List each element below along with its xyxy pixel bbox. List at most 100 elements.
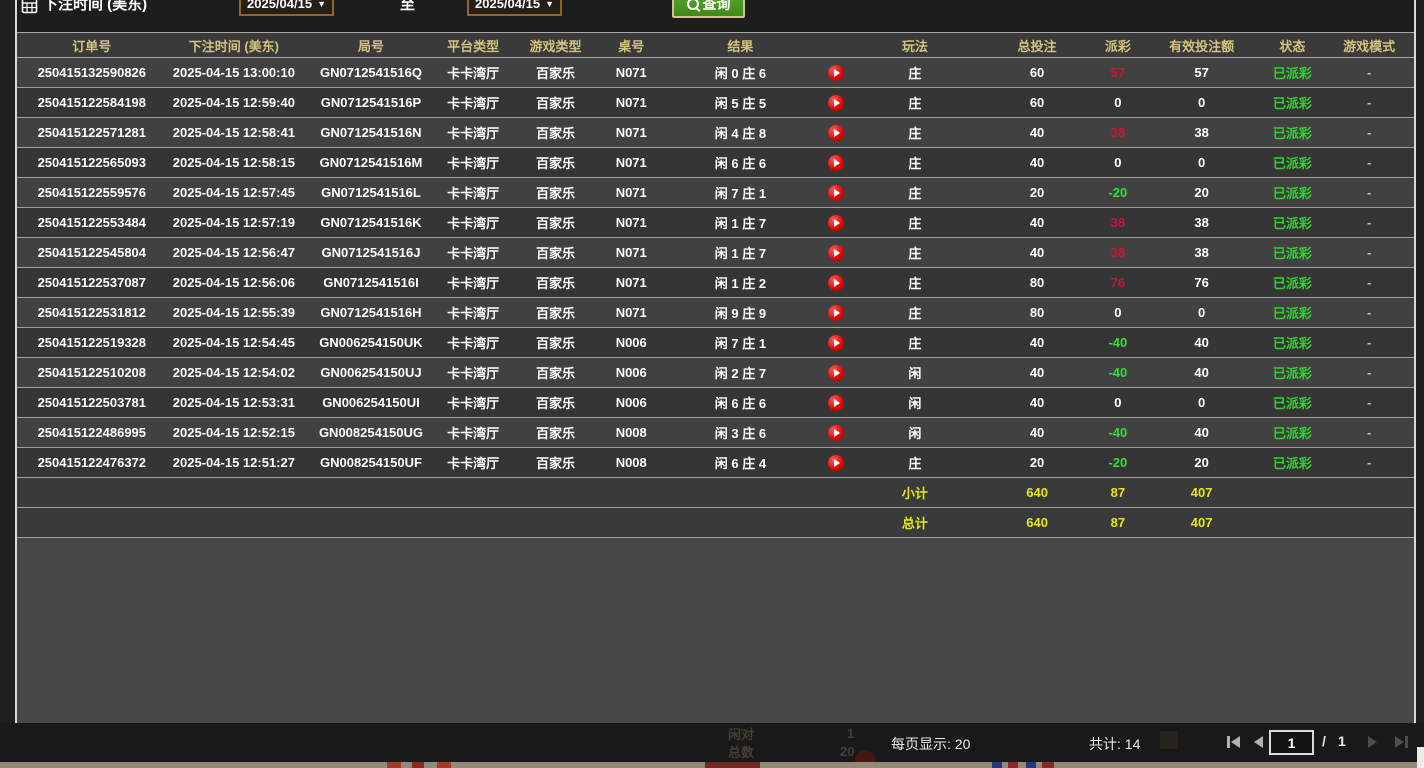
cell-platform-type: 卡卡湾厅 [441,268,506,297]
replay-play-icon[interactable] [828,125,844,141]
subtotal-total-bet: 640 [981,478,1093,507]
header-valid-bet: 有效投注额 [1143,33,1261,57]
cell-valid-bet: 0 [1143,388,1261,417]
header-table-number: 桌号 [605,33,657,57]
table-row: 2504151225534842025-04-15 12:57:19GN0712… [17,208,1414,238]
cell-play-type: 庄 [849,58,982,87]
cell-table-number: N071 [605,178,657,207]
cell-payout: 0 [1093,298,1143,327]
cell-payout: -40 [1093,418,1143,447]
cell-play-type: 庄 [849,328,982,357]
cell-platform-type: 卡卡湾厅 [441,238,506,267]
cell-platform-type: 卡卡湾厅 [441,58,506,87]
replay-play-icon[interactable] [828,395,844,411]
cell-order-id: 250415122476372 [17,448,167,477]
replay-play-icon[interactable] [828,155,844,171]
cell-bet-time: 2025-04-15 13:00:10 [167,58,302,87]
strip-mark [1042,762,1054,768]
cell-play-type: 庄 [849,88,982,117]
cell-result: 闲 9 庄 9 [657,298,824,327]
cell-replay [824,388,849,417]
cell-play-type: 庄 [849,448,982,477]
replay-play-icon[interactable] [828,65,844,81]
cell-status: 已派彩 [1260,58,1324,87]
cell-result: 闲 5 庄 5 [657,88,824,117]
date-from-select[interactable]: 2025/04/15 ▼ [239,0,334,16]
subtotal-mode-empty [1324,478,1414,507]
cell-replay [824,238,849,267]
replay-play-icon[interactable] [828,245,844,261]
next-page-button[interactable] [1368,736,1377,748]
cell-total-bet: 60 [981,88,1093,117]
first-page-button[interactable] [1227,736,1240,748]
replay-play-icon[interactable] [828,275,844,291]
table-empty-area [17,538,1414,723]
replay-play-icon[interactable] [828,365,844,381]
cell-result: 闲 3 庄 6 [657,418,824,447]
cell-payout: 0 [1093,148,1143,177]
cell-status: 已派彩 [1260,118,1324,147]
cell-valid-bet: 57 [1143,58,1261,87]
replay-play-icon[interactable] [828,305,844,321]
date-from-value: 2025/04/15 [247,0,312,11]
cell-payout: 38 [1093,208,1143,237]
cell-round-id: GN0712541516P [301,88,441,117]
cell-result: 闲 6 庄 4 [657,448,824,477]
cell-platform-type: 卡卡湾厅 [441,208,506,237]
cell-round-id: GN0712541516K [301,208,441,237]
cell-game-type: 百家乐 [506,238,606,267]
cell-round-id: GN0712541516J [301,238,441,267]
replay-play-icon[interactable] [828,95,844,111]
cell-table-number: N071 [605,208,657,237]
cell-bet-time: 2025-04-15 12:54:02 [167,358,302,387]
cell-replay [824,118,849,147]
query-button[interactable]: 查询 [672,0,745,18]
subtotal-payout: 87 [1093,478,1143,507]
cell-result: 闲 6 庄 6 [657,148,824,177]
cell-replay [824,148,849,177]
grand-total-total-bet: 640 [981,508,1093,537]
strip-mark [437,762,451,768]
last-page-button[interactable] [1395,736,1408,748]
cell-status: 已派彩 [1260,238,1324,267]
cell-table-number: N071 [605,88,657,117]
cell-replay [824,178,849,207]
cell-game-mode: - [1324,208,1414,237]
cell-result: 闲 2 庄 7 [657,358,824,387]
table-row: 2504151225595762025-04-15 12:57:45GN0712… [17,178,1414,208]
cell-game-type: 百家乐 [506,148,606,177]
cell-play-type: 庄 [849,148,982,177]
cell-total-bet: 40 [981,388,1093,417]
calendar-icon [21,0,38,19]
cell-status: 已派彩 [1260,178,1324,207]
grand-total-mode-empty [1324,508,1414,537]
cell-payout: -20 [1093,448,1143,477]
search-icon [687,0,699,10]
cell-status: 已派彩 [1260,418,1324,447]
cell-order-id: 250415132590826 [17,58,167,87]
replay-play-icon[interactable] [828,215,844,231]
replay-play-icon[interactable] [828,425,844,441]
table-row: 2504151224763722025-04-15 12:51:27GN0082… [17,448,1414,478]
replay-play-icon[interactable] [828,455,844,471]
cell-status: 已派彩 [1260,448,1324,477]
table-row: 2504151225650932025-04-15 12:58:15GN0712… [17,148,1414,178]
cell-payout: -20 [1093,178,1143,207]
header-play-type: 玩法 [849,33,982,57]
grand-total-label: 总计 [849,508,982,537]
date-to-select[interactable]: 2025/04/15 ▼ [467,0,562,16]
cell-payout: -40 [1093,358,1143,387]
cell-bet-time: 2025-04-15 12:59:40 [167,88,302,117]
cell-play-type: 庄 [849,118,982,147]
previous-page-button[interactable] [1254,736,1263,748]
subtotal-spacer [17,478,849,507]
replay-play-icon[interactable] [828,335,844,351]
cell-table-number: N071 [605,238,657,267]
page-number-input[interactable]: 1 [1269,730,1314,755]
cell-play-type: 庄 [849,298,982,327]
replay-play-icon[interactable] [828,185,844,201]
grand-total-valid-bet: 407 [1143,508,1261,537]
cell-game-type: 百家乐 [506,88,606,117]
cell-result: 闲 7 庄 1 [657,178,824,207]
cell-bet-time: 2025-04-15 12:52:15 [167,418,302,447]
